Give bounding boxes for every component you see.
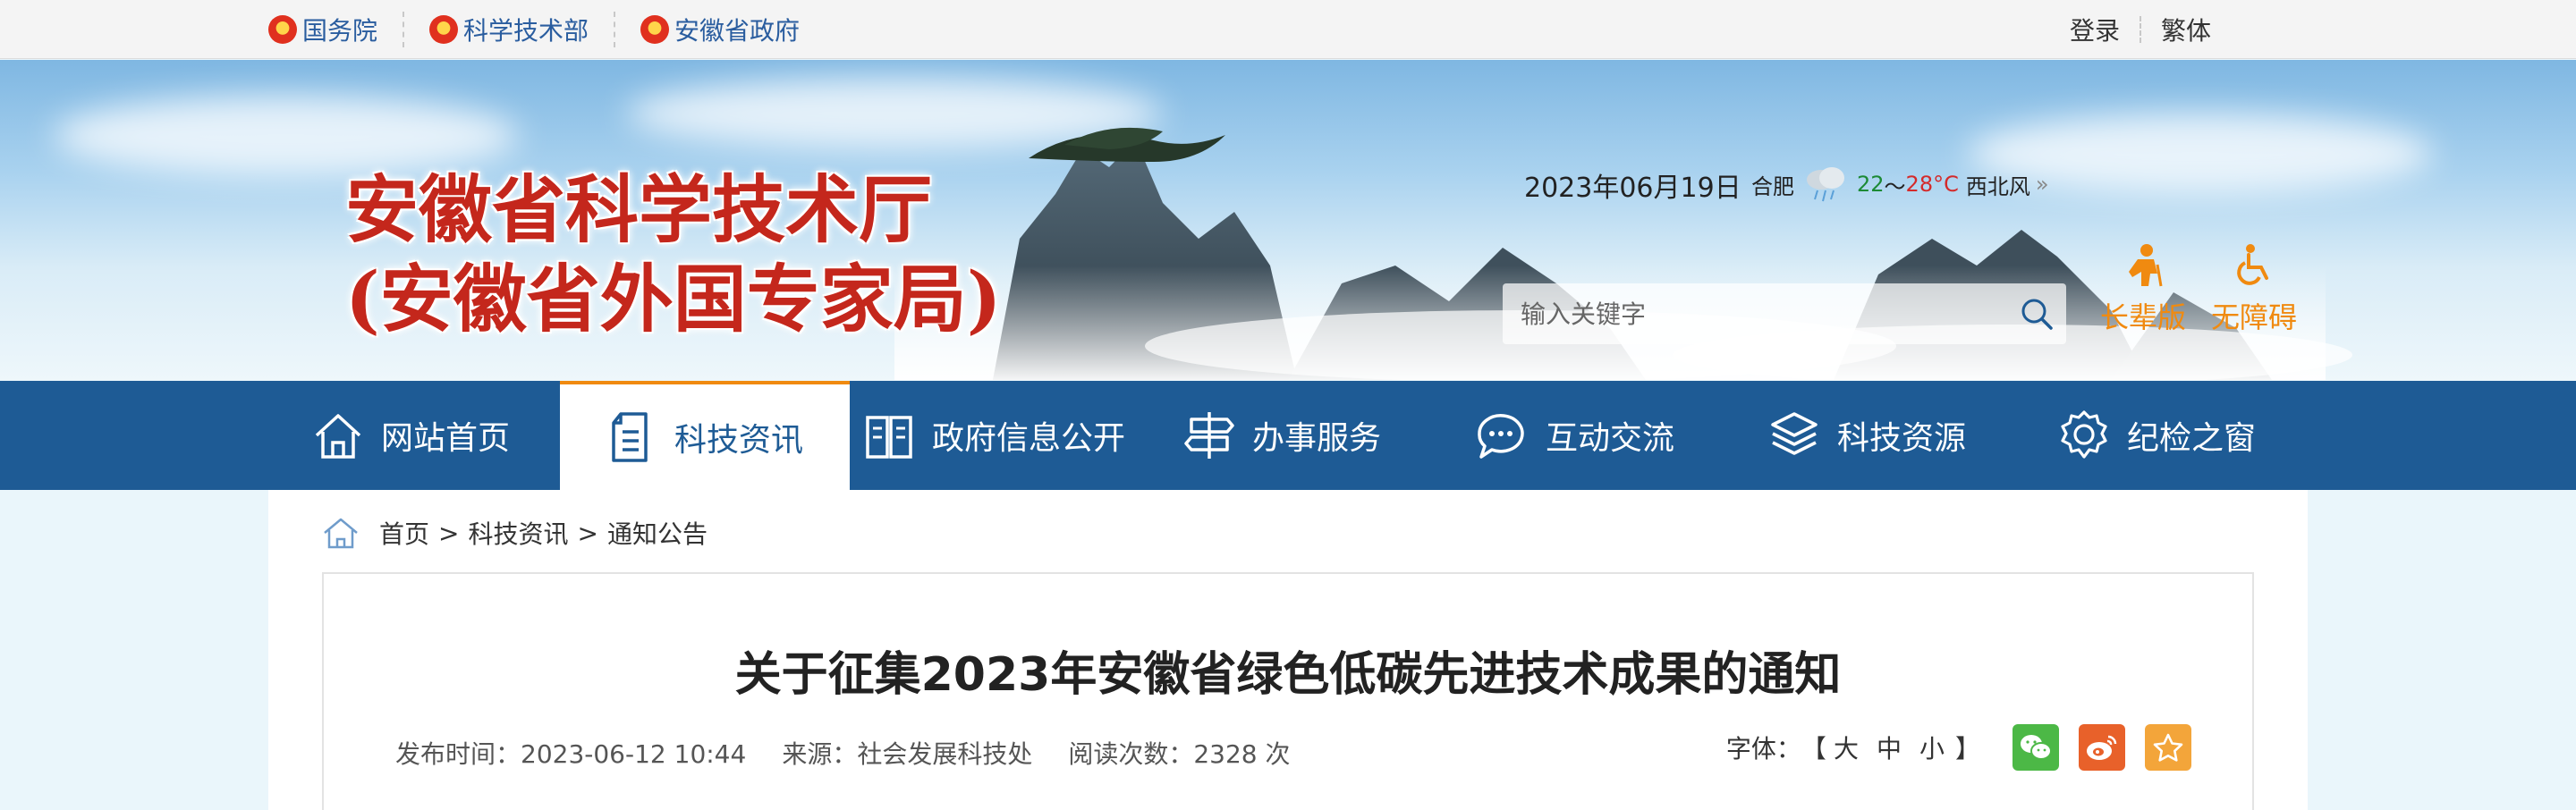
home-icon [315,414,361,459]
nav-services[interactable]: 办事服务 [1182,381,1381,490]
breadcrumb: 首页 > 科技资讯 > 通知公告 [322,515,708,551]
link-state-council[interactable]: 国务院 [268,12,405,47]
font-size-large[interactable]: 大 [1834,730,1862,765]
site-title-line1: 安徽省科学技术厅 [345,167,933,253]
nav-label: 科技资讯 [674,422,803,459]
site-title-line2: (安徽省外国专家局) [345,257,1002,342]
article-meta: 发布时间：2023-06-12 10:44 来源：社会发展科技处 阅读次数：23… [395,735,1326,771]
top-utility-bar: 国务院 科学技术部 安徽省政府 登录 繁体 [0,0,2576,59]
user-links: 登录 繁体 [2070,0,2211,59]
font-size-medium[interactable]: 中 [1877,730,1905,765]
cloud-rain-icon [1801,165,1850,203]
temp-range-sep: ～ [1884,173,1906,199]
wechat-icon [2021,735,2052,760]
current-date: 2023年06月19日 [1524,173,1741,204]
accessibility-button[interactable]: 无障碍 [2211,243,2297,336]
breadcrumb-sci-tech-news[interactable]: 科技资讯 [468,515,568,551]
book-icon [866,416,912,459]
site-title: 安徽省科学技术厅 (安徽省外国专家局) [345,165,1002,344]
link-anhui-government[interactable]: 安徽省政府 [640,12,825,47]
nav-home[interactable]: 网站首页 [311,381,510,490]
nav-discipline-window[interactable]: 纪检之窗 [2057,381,2256,490]
weather-city: 合肥 [1751,173,1794,199]
breadcrumb-notices[interactable]: 通知公告 [607,515,708,551]
publish-time: 发布时间：2023-06-12 10:44 [395,739,747,769]
main-navigation: 网站首页 科技资讯 政府信息公开 办事服务 互动交流 科技资源 纪检之窗 [0,381,2576,490]
document-icon [612,412,648,462]
article-tools: 字体： 【 大 中 小 】 [1726,724,2191,771]
header-banner: 安徽省科学技术厅 (安徽省外国专家局) 2023年06月19日 合肥 22 ～ … [0,60,2576,380]
view-count: 阅读次数：2328 次 [1068,739,1291,769]
search-input[interactable] [1503,283,2007,344]
font-bracket-close: 】 [1954,734,1980,764]
link-label: 国务院 [302,16,378,46]
search-button[interactable] [2007,284,2066,343]
wheelchair-icon [2237,244,2268,285]
nav-label: 互动交流 [1546,420,1675,457]
link-most[interactable]: 科学技术部 [429,12,616,47]
search-icon [2021,299,2053,330]
national-emblem-icon [429,15,459,44]
weather-widget: 合肥 22 ～ 28°C 西北风 » [1751,165,2049,203]
link-label: 科学技术部 [463,16,589,46]
font-size-small[interactable]: 小 [1919,730,1948,765]
elder-mode-button[interactable]: 长辈版 [2100,243,2186,336]
divider [2139,16,2141,43]
nav-label: 政府信息公开 [932,420,1126,457]
article-card: 关于征集2023年安徽省绿色低碳先进技术成果的通知 发布时间：2023-06-1… [322,572,2254,810]
national-emblem-icon [268,15,297,44]
favorite-icon [2153,733,2183,762]
signpost-icon [1184,412,1234,459]
content-panel: 首页 > 科技资讯 > 通知公告 关于征集2023年安徽省绿色低碳先进技术成果的… [268,490,2308,810]
nav-sci-tech-news[interactable]: 科技资讯 [560,381,850,490]
elder-icon [2129,244,2163,287]
accessibility-label: 无障碍 [2211,300,2298,334]
traditional-chinese-link[interactable]: 繁体 [2161,12,2211,47]
temp-high: 28°C [1905,172,1959,197]
cube-icon [1771,412,1818,455]
login-link[interactable]: 登录 [2070,12,2120,47]
link-label: 安徽省政府 [674,16,801,46]
weather-more-link[interactable]: » [2036,172,2049,197]
temp-low: 22 [1857,172,1885,197]
nav-label: 网站首页 [381,420,511,457]
chat-icon [1478,414,1524,459]
nav-gov-info[interactable]: 政府信息公开 [862,381,1125,490]
font-bracket-open: 【 [1801,734,1826,764]
font-size-label: 字体： [1725,734,1801,764]
search-box [1503,283,2066,344]
share-favorite-button[interactable] [2145,724,2191,771]
badge-icon [2061,410,2107,459]
article-source: 来源：社会发展科技处 [782,739,1033,769]
nav-label: 科技资源 [1837,420,1967,457]
government-links: 国务院 科学技术部 安徽省政府 [268,0,850,59]
breadcrumb-home[interactable]: 首页 [379,515,429,551]
nav-label: 纪检之窗 [2127,420,2257,457]
elder-mode-label: 长辈版 [2100,300,2187,334]
share-weibo-button[interactable] [2079,724,2125,771]
wind-direction: 西北风 [1965,173,2030,199]
nav-interaction[interactable]: 互动交流 [1474,381,1674,490]
weibo-icon [2087,735,2117,760]
nav-resources[interactable]: 科技资源 [1767,381,1966,490]
nav-label: 办事服务 [1252,420,1382,457]
national-emblem-icon [640,15,670,44]
breadcrumb-separator: > [438,518,460,548]
home-icon [324,518,358,549]
breadcrumb-separator: > [577,518,598,548]
article-title: 关于征集2023年安徽省绿色低碳先进技术成果的通知 [734,648,1842,702]
share-wechat-button[interactable] [2012,724,2059,771]
